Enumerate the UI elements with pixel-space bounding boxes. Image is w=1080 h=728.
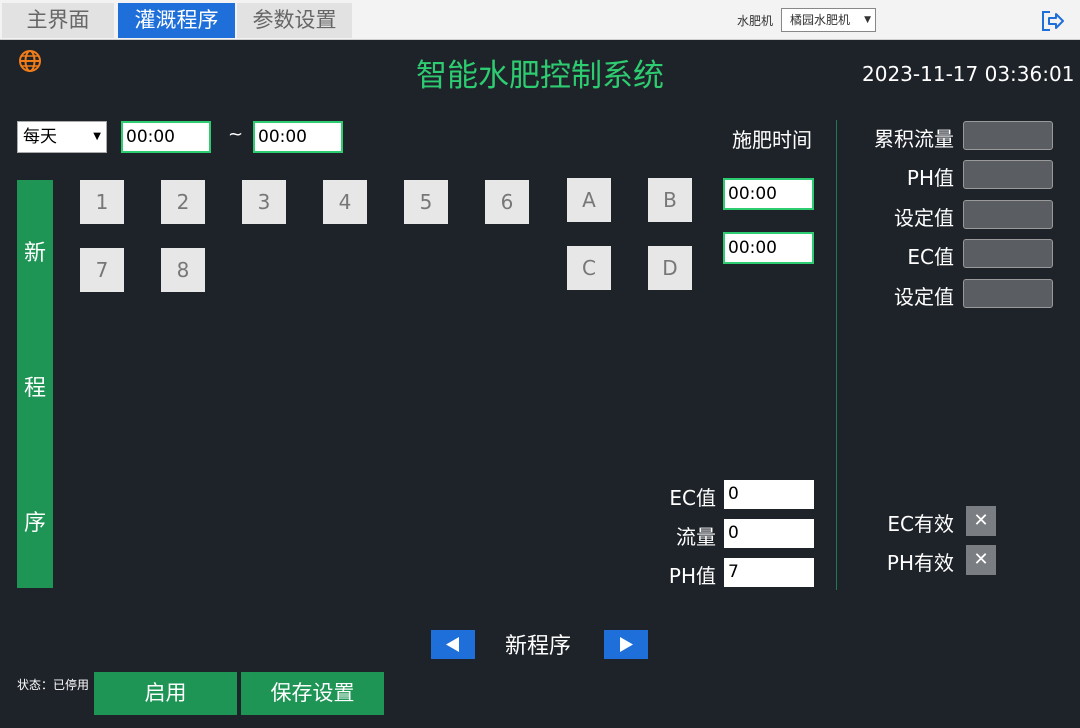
end-time-input[interactable]: 00:00 [253,121,343,153]
arrow-left-icon [446,637,459,652]
machine-select-value: 橘园水肥机 [790,13,851,27]
chevron-down-icon: ▼ [864,15,871,25]
ec-setpoint-label: 设定值 [894,285,954,309]
program-vertical-label: 新 程 序 [17,180,53,588]
ph-valid-label: PH有效 [886,551,954,575]
ph-value [963,160,1053,189]
ph-param-input[interactable]: 7 [724,558,814,587]
chevron-down-icon: ▼ [93,131,101,142]
ec-valid-label: EC有效 [887,512,954,536]
ec-label: EC值 [907,245,954,269]
program-button-4[interactable]: 4 [323,180,367,224]
cumulative-flow-label: 累积流量 [874,127,954,151]
program-button-5[interactable]: 5 [404,180,448,224]
panel-divider [836,120,837,590]
ph-valid-checkbox[interactable]: ✕ [966,545,996,575]
tab-main[interactable]: 主界面 [2,3,114,38]
ec-valid-checkbox[interactable]: ✕ [966,506,996,536]
program-button-2[interactable]: 2 [161,180,205,224]
machine-select[interactable]: 橘园水肥机 ▼ [781,8,876,32]
start-time-input[interactable]: 00:00 [121,121,211,153]
fertilize-time-2-input[interactable]: 00:00 [723,232,814,264]
program-label-char: 序 [23,511,46,536]
channel-button-a[interactable]: A [567,178,611,222]
enable-button[interactable]: 启用 [94,672,237,715]
arrow-right-icon [620,637,633,652]
datetime: 2023-11-17 03:36:01 [862,62,1075,86]
save-settings-button[interactable]: 保存设置 [241,672,384,715]
tab-irrigation-program[interactable]: 灌溉程序 [118,3,235,38]
program-name: 新程序 [504,634,571,659]
program-button-7[interactable]: 7 [80,248,124,292]
top-bar: 主界面 灌溉程序 参数设置 水肥机 橘园水肥机 ▼ [0,0,1080,40]
program-label-char: 程 [23,376,46,401]
globe-icon[interactable] [17,48,43,74]
channel-button-d[interactable]: D [648,246,692,290]
flow-param-input[interactable]: 0 [724,519,814,548]
next-program-button[interactable] [604,630,648,659]
frequency-value: 每天 [23,127,57,147]
program-button-6[interactable]: 6 [485,180,529,224]
program-button-8[interactable]: 8 [161,248,205,292]
exit-icon[interactable] [1040,9,1066,33]
ec-setpoint-value [963,279,1053,308]
page-title: 智能水肥控制系统 [416,58,664,94]
program-button-1[interactable]: 1 [80,180,124,224]
channel-button-b[interactable]: B [648,178,692,222]
ph-label: PH值 [906,166,954,190]
program-label-char: 新 [23,241,46,266]
ph-param-label: PH值 [668,564,716,588]
ec-param-input[interactable]: 0 [724,480,814,509]
fertilize-time-label: 施肥时间 [732,128,812,152]
ph-setpoint-label: 设定值 [894,206,954,230]
flow-param-label: 流量 [676,525,716,549]
program-button-3[interactable]: 3 [242,180,286,224]
prev-program-button[interactable] [431,630,475,659]
ec-param-label: EC值 [669,486,716,510]
status-text: 状态：已停用 [17,678,90,692]
cumulative-flow-value [963,121,1053,150]
tab-parameter-settings[interactable]: 参数设置 [237,3,352,38]
fertilize-time-1-input[interactable]: 00:00 [723,178,814,210]
channel-button-c[interactable]: C [567,246,611,290]
frequency-select[interactable]: 每天 ▼ [17,121,107,153]
ec-value [963,239,1053,268]
ph-setpoint-value [963,200,1053,229]
machine-label: 水肥机 [737,14,774,28]
time-separator: ~ [228,124,244,145]
